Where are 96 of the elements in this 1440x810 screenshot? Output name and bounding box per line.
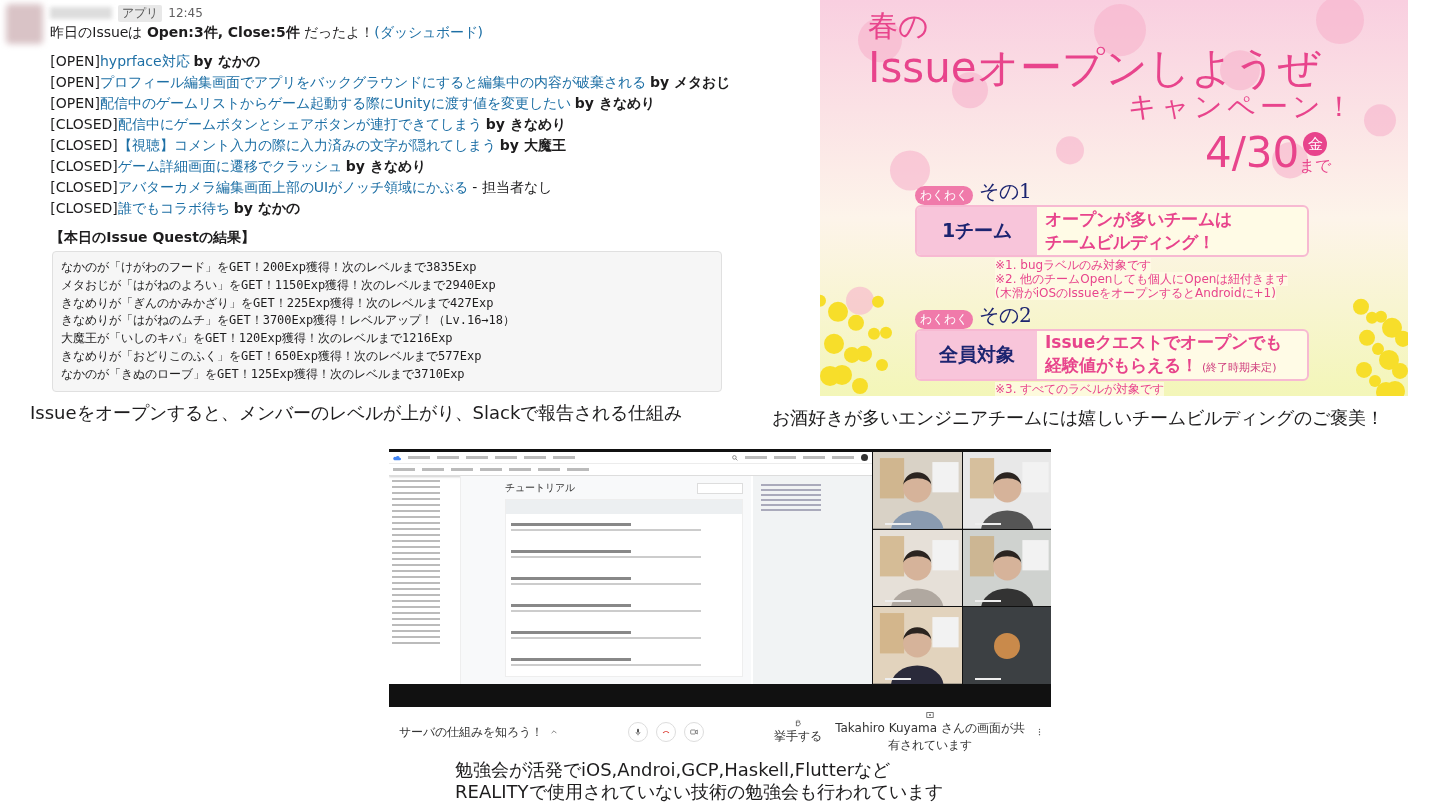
issue-owner: by 大魔王 xyxy=(499,137,566,153)
issue-link[interactable]: 配信中のゲームリストからゲーム起動する際にUnityに渡す値を変更したい xyxy=(99,95,571,111)
blurred-nav-text xyxy=(832,456,854,459)
issue-owner: by メタおじ xyxy=(649,74,730,90)
screen-share-icon xyxy=(926,710,934,719)
code-block: なかのが「けがわのフード」をGET！200Exp獲得！次のレベルまで3835Exp メタおじが「はがねのよろい」をGET！1150Exp獲得！次のレベルまで2940Exp きなめりが「ぎんのかみかざり」をGET！225Exp獲得！次のレベルまで427Exp きなめりが「はがねのムチ」をGET！3700Exp獲得！レベルアップ！（Lv.16→18） 大魔王が「いしのキバ」をGET！120Exp獲得！次のレベルまで1216Exp きなめりが「おどりこのふく」をGET！650Exp獲得！次のレベルまで577Exp なかのが「きぬのローブ」をGET！125Exp獲得！次のレベルまで3710Exp xyxy=(52,251,722,392)
blurred-tab-text xyxy=(393,468,415,471)
blurred-name-label xyxy=(974,600,1001,603)
caption: REALITYで使用されていない技術の勉強会も行われています xyxy=(455,781,944,803)
blurred-name xyxy=(50,7,113,19)
blurred-tab-text xyxy=(538,468,560,471)
issue-status: [CLOSED] xyxy=(50,158,118,174)
microphone-icon xyxy=(633,728,642,736)
issue-owner: by なかの xyxy=(233,200,300,216)
toc-line xyxy=(761,489,821,491)
poster-title: 春の xyxy=(868,7,929,45)
message-time: 12:45 xyxy=(168,6,203,20)
issue-link[interactable]: 【視聴】コメント入力の際に入力済みの文字が隠れてしまう xyxy=(117,137,496,153)
poster-date: 4/30 xyxy=(1205,128,1300,177)
hand-icon xyxy=(794,719,802,727)
issue-status: [OPEN] xyxy=(50,95,100,111)
sakura-tag: わくわく xyxy=(915,310,973,329)
presenting-button[interactable]: Takahiro Kuyama さんの画面が共有されています xyxy=(830,710,1030,754)
blurred-tab-text xyxy=(567,468,589,471)
summary-text: 昨日のIssueは Open:3件, Close:5件 だったよ！ xyxy=(50,24,375,40)
toc-line xyxy=(761,484,821,486)
until-text: まで xyxy=(1299,156,1332,177)
issue-link[interactable]: hyprface対応 xyxy=(99,53,190,69)
blurred-nav-text xyxy=(437,456,459,459)
issue-link[interactable]: ゲーム詳細画面に遷移でクラッシュ xyxy=(117,158,342,174)
blurred-nav-text xyxy=(524,456,546,459)
dashboard-link[interactable]: (ダッシュボード) xyxy=(374,24,484,40)
feedback-button[interactable] xyxy=(697,482,743,494)
issue-link[interactable]: プロフィール編集画面でアプリをバックグラウンドにすると編集中の内容が破棄される xyxy=(99,74,646,90)
note-text: ※1. bugラベルのみ対象です xyxy=(995,258,1152,272)
blurred-name-label xyxy=(974,522,1001,525)
blurred-tab-text xyxy=(451,468,473,471)
app-badge: アプリ xyxy=(118,4,163,22)
blurred-name-label xyxy=(885,600,911,603)
reward-text: 経験値がもらえる！ (終了時期未定) xyxy=(1045,354,1278,377)
issue-owner: by きなめり xyxy=(345,158,426,174)
sakura-tag: わくわく xyxy=(915,186,973,205)
toc-line xyxy=(761,499,821,501)
page-heading: チュートリアル xyxy=(505,481,575,495)
caption: 勉強会が活発でiOS,Androi,GCP,Haskell,Flutterなど xyxy=(455,759,892,781)
caption: お酒好きが多いエンジニアチームには嬉しいチームビルディングのご褒美！ xyxy=(772,406,1385,430)
blurred-nav-text xyxy=(745,456,767,459)
target-label: 全員対象 xyxy=(917,331,1037,379)
camera-icon xyxy=(689,728,698,736)
search-icon[interactable] xyxy=(732,454,738,461)
issue-status: [OPEN] xyxy=(50,74,100,90)
caret-icon[interactable] xyxy=(551,730,557,734)
issue-owner: - 担当者なし xyxy=(472,179,552,195)
issue-status: [CLOSED] xyxy=(50,137,118,153)
section-number: その2 xyxy=(979,302,1032,329)
cloud-icon xyxy=(393,454,401,461)
blurred-nav-text xyxy=(466,456,488,459)
section-number: その1 xyxy=(979,178,1032,205)
toc-line xyxy=(761,494,821,496)
issue-owner: by きなめり xyxy=(485,116,566,132)
reward-text: チームビルディング！ xyxy=(1045,231,1216,254)
issue-link[interactable]: アバターカメラ編集画面上部のUIがノッチ領域にかぶる xyxy=(117,179,469,195)
issue-status: [CLOSED] xyxy=(50,200,118,216)
avatar[interactable] xyxy=(861,454,868,461)
caption: Issueをオープンすると、メンバーのレベルが上がり、Slackで報告される仕組み xyxy=(29,400,684,425)
blurred-name-label xyxy=(885,522,911,525)
note-text: ※3. すべてのラベルが対象です xyxy=(995,382,1165,396)
toc-line xyxy=(761,504,821,506)
target-label: 1チーム xyxy=(917,207,1037,255)
blurred-nav-text xyxy=(495,456,517,459)
blurred-tab-text xyxy=(509,468,531,471)
note-text: ※2. 他のチームOpenしても個人にOpenは紐付きます xyxy=(995,272,1289,286)
note-text: (木滑がiOSのIssueをオープンするとAndroidに+1) xyxy=(995,286,1276,300)
avatar-blurred xyxy=(6,4,44,44)
issue-owner: by きなめり xyxy=(574,95,655,111)
issue-status: [OPEN] xyxy=(50,53,100,69)
blurred-nav-text xyxy=(774,456,796,459)
more-icon[interactable] xyxy=(1038,728,1041,736)
quest-heading: 【本日のIssue Questの結果】 xyxy=(50,228,256,247)
issue-owner: by なかの xyxy=(193,53,260,69)
issue-link[interactable]: 配信中にゲームボタンとシェアボタンが連打できてしまう xyxy=(117,116,482,132)
raise-hand-button[interactable]: 挙手する xyxy=(774,719,822,745)
blurred-nav-text xyxy=(803,456,825,459)
phone-icon xyxy=(661,728,670,736)
blurred-nav-text xyxy=(408,456,430,459)
blurred-nav-text xyxy=(553,456,575,459)
issue-status: [CLOSED] xyxy=(50,179,118,195)
issue-link[interactable]: 誰でもコラボ待ち xyxy=(117,200,230,216)
reward-text: Issueクエストでオープンでも xyxy=(1045,331,1283,354)
issue-status: [CLOSED] xyxy=(50,116,118,132)
meeting-title[interactable]: サーバの仕組みを知ろう！ xyxy=(399,723,543,741)
blurred-tab-text xyxy=(480,468,502,471)
avatar xyxy=(993,632,1020,659)
toc-line xyxy=(761,509,821,511)
blurred-tab-text xyxy=(422,468,444,471)
reward-text: オープンが多いチームは xyxy=(1045,208,1232,231)
